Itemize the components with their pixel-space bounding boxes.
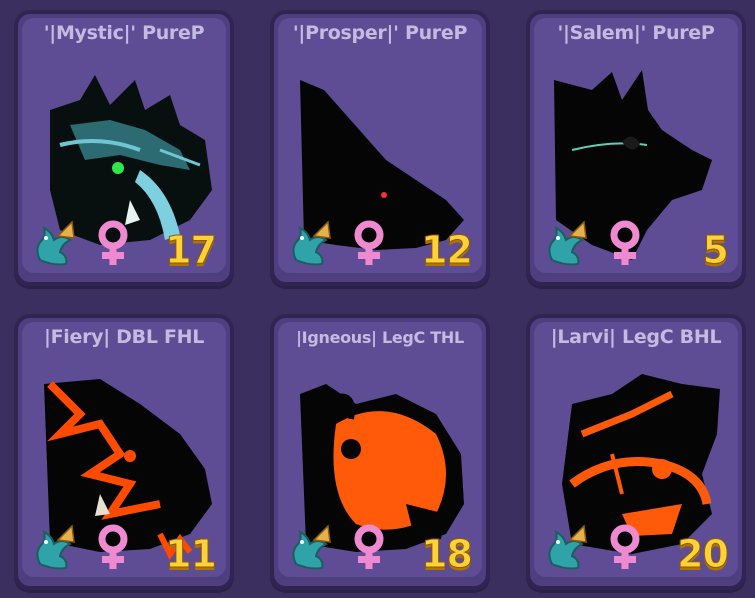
- pet-card-mystic[interactable]: '|Mystic|' PureP 17: [14, 10, 234, 286]
- pet-card-igneous[interactable]: |Igneous| LegC THL 18: [270, 314, 490, 590]
- pet-level: 20: [677, 532, 730, 577]
- female-icon: [98, 220, 128, 265]
- pet-name: |Larvi| LegC BHL: [550, 326, 722, 348]
- dragon-species-icon: [548, 220, 587, 266]
- female-icon: [98, 524, 128, 569]
- pet-level: 17: [165, 228, 218, 273]
- dragon-species-icon: [292, 220, 331, 266]
- pet-level: 12: [421, 228, 474, 273]
- pet-card-salem[interactable]: '|Salem|' PureP 5: [526, 10, 746, 286]
- female-icon: [610, 524, 640, 569]
- pet-card-fiery[interactable]: |Fiery| DBL FHL 11: [14, 314, 234, 590]
- pet-inventory-grid: '|Mystic|' PureP 17 '|Prosper|' PureP 12…: [0, 0, 755, 598]
- dragon-species-icon: [36, 220, 75, 266]
- pet-name: |Igneous| LegC THL: [296, 328, 464, 347]
- pet-name: |Fiery| DBL FHL: [43, 326, 205, 348]
- pet-name: '|Salem|' PureP: [557, 22, 715, 44]
- pet-level: 5: [702, 228, 729, 273]
- dragon-species-icon: [36, 524, 75, 570]
- female-icon: [354, 220, 384, 265]
- pet-name: '|Prosper|' PureP: [292, 22, 468, 44]
- pet-level: 11: [165, 532, 218, 577]
- dragon-species-icon: [292, 524, 331, 570]
- female-icon: [610, 220, 640, 265]
- pet-name: '|Mystic|' PureP: [43, 22, 205, 44]
- pet-card-larvi[interactable]: |Larvi| LegC BHL 20: [526, 314, 746, 590]
- pet-card-prosper[interactable]: '|Prosper|' PureP 12: [270, 10, 490, 286]
- dragon-species-icon: [548, 524, 587, 570]
- female-icon: [354, 524, 384, 569]
- pet-level: 18: [421, 532, 474, 577]
